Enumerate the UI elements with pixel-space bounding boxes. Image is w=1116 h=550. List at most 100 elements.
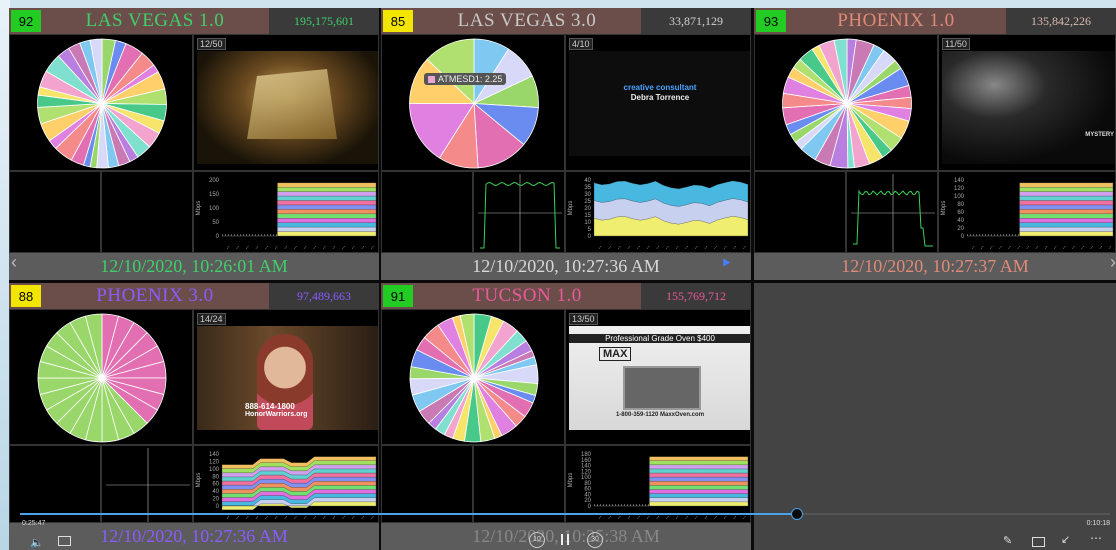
video-cell[interactable]: MYSTERY 11/50 [938, 34, 1116, 171]
x-tick-label: -- [970, 244, 977, 251]
y-tick-label: 40 [584, 178, 591, 184]
x-tick-label: -- [321, 244, 328, 251]
x-tick-label: -- [703, 244, 710, 251]
y-axis-label: Mbps [568, 201, 574, 216]
chevron-left-icon[interactable]: ‹ [11, 252, 17, 273]
edit-icon[interactable]: ✎ [1003, 534, 1012, 547]
y-tick-label: 40 [212, 489, 219, 495]
y-tick-label: 140 [209, 452, 220, 458]
y-tick-label: 100 [209, 467, 220, 473]
video-cell[interactable]: creative consultant Debra Torrence 4/10 [565, 34, 751, 171]
panel-header: 88 PHOENIX 3.0 97,489,663 [9, 283, 379, 309]
exit-fullscreen-icon[interactable]: ↙ [1061, 533, 1070, 546]
x-tick-label: -- [635, 244, 642, 251]
x-tick-label: -- [664, 514, 671, 521]
video-thumbnail[interactable]: 888-614-1800 HonorWarriors.org [197, 326, 378, 430]
scatter-cell [381, 171, 473, 253]
x-tick-label: -- [283, 514, 290, 521]
scatter-cell [381, 445, 473, 523]
panel-phoenix-3[interactable]: 88 PHOENIX 3.0 97,489,663 888-614-1800 H… [9, 283, 379, 550]
x-tick-label: -- [225, 514, 232, 521]
x-tick-label: -- [340, 514, 347, 521]
video-cell[interactable]: 888-614-1800 HonorWarriors.org 14/24 [193, 309, 379, 445]
y-tick-label: 80 [957, 202, 964, 208]
y-axis-label: Mbps [568, 473, 574, 488]
y-tick-label: 200 [209, 178, 220, 184]
panel-timestamp: 12/10/2020, 10:26:01 AM [9, 253, 379, 280]
pie-chart [37, 313, 167, 443]
x-tick-label: -- [340, 244, 347, 251]
seek-bar-progress [20, 513, 797, 515]
video-caption-1: Professional Grade Oven $400 [569, 334, 750, 343]
video-cell[interactable]: Professional Grade Oven $400 MAX 1-800-3… [565, 309, 751, 445]
x-tick-label: -- [331, 514, 338, 521]
pie-chart [409, 38, 539, 169]
skip-forward-button[interactable]: 30 [587, 532, 603, 548]
video-caption-2: HonorWarriors.org [245, 411, 308, 418]
scatter-cell [9, 445, 101, 523]
panel-header: 92 LAS VEGAS 1.0 195,175,601 [9, 8, 379, 34]
panel-tucson-1[interactable]: 91 TUCSON 1.0 155,769,712 Professional G… [381, 283, 751, 550]
x-tick-label: -- [741, 514, 748, 521]
dashboard-grid: 92 LAS VEGAS 1.0 195,175,601 12/50 200 15… [9, 8, 1116, 550]
y-tick-label: 10 [584, 220, 591, 226]
x-tick-label: -- [283, 244, 290, 251]
x-tick-label: -- [369, 514, 376, 521]
video-index-badge: 4/10 [569, 38, 593, 50]
video-index-badge: 13/50 [569, 313, 598, 325]
video-cell[interactable]: 12/50 [193, 34, 379, 171]
seek-thumb[interactable] [791, 508, 803, 520]
x-tick-label: -- [693, 244, 700, 251]
x-tick-label: -- [1079, 244, 1086, 251]
video-thumbnail[interactable]: MYSTERY [942, 51, 1115, 164]
x-tick-label: -- [684, 244, 691, 251]
area-chart-cell: 180 160 140 120 100 80 60 40 20 0 Mbps -- -- -- -- -- --… [565, 445, 751, 523]
y-axis-label: Mbps [196, 201, 202, 216]
x-tick-label: -- [732, 514, 739, 521]
volume-icon[interactable]: 🔈 [30, 536, 44, 549]
y-tick-label: 20 [212, 497, 219, 503]
panel-phoenix-1[interactable]: 93 PHOENIX 1.0 135,842,226 MYSTERY 11/50… [754, 8, 1116, 280]
area-chart-cell: 200 150 100 50 0 Mbps -- -- -- -- -- -- -- -- -- -- -- --… [193, 171, 379, 253]
y-tick-label: 25 [584, 199, 591, 205]
video-thumbnail[interactable]: Professional Grade Oven $400 MAX 1-800-3… [569, 326, 750, 430]
skip-back-button[interactable]: 10 [529, 532, 545, 548]
stacked-area-chart: 180160140120100806040200Mbps-- -- -- -- -- --… [568, 452, 749, 521]
panel-count: 195,175,601 [269, 8, 379, 34]
pause-icon[interactable] [561, 534, 569, 545]
captions-icon[interactable] [58, 536, 71, 546]
more-options-icon[interactable]: ⋯ [1090, 531, 1102, 545]
line-chart [851, 174, 935, 252]
panel-las-vegas-3[interactable]: 85 LAS VEGAS 3.0 33,871,129 ATMESD1: 2.2… [381, 8, 751, 280]
y-tick-label: 120 [954, 186, 965, 192]
line-chart [478, 174, 562, 252]
x-tick-label: -- [263, 244, 270, 251]
x-tick-label: -- [350, 244, 357, 251]
video-thumbnail[interactable] [197, 51, 378, 164]
x-tick-label: -- [674, 244, 681, 251]
axis-chart-cell [101, 445, 193, 523]
stacked-area-chart: 200150100500Mbps-- -- -- -- -- -- -- -- -- -- -- --… [196, 178, 376, 251]
panel-header: 91 TUCSON 1.0 155,769,712 [381, 283, 751, 309]
pie-chart-cell [754, 34, 938, 171]
seek-bar[interactable] [20, 508, 1110, 520]
panel-las-vegas-1[interactable]: 92 LAS VEGAS 1.0 195,175,601 12/50 200 15… [9, 8, 379, 280]
y-tick-label: 60 [212, 482, 219, 488]
x-tick-label: -- [254, 244, 261, 251]
y-tick-label: 0 [216, 504, 220, 510]
video-thumbnail[interactable]: creative consultant Debra Torrence [569, 51, 750, 156]
area-series [649, 501, 749, 507]
x-tick-label: -- [225, 244, 232, 251]
x-tick-label: -- [741, 244, 748, 251]
x-tick-label: -- [1107, 244, 1114, 251]
chevron-right-icon[interactable]: › [1110, 252, 1116, 273]
x-tick-label: -- [597, 244, 604, 251]
pie-chart-cell: ATMESD1: 2.25 [381, 34, 565, 171]
x-tick-label: -- [607, 244, 614, 251]
mini-view-icon[interactable] [1032, 537, 1045, 547]
x-tick-label: -- [1025, 244, 1032, 251]
score-badge: 85 [383, 10, 413, 32]
y-tick-label: 35 [584, 185, 591, 191]
skip-back-label: 10 [533, 536, 541, 543]
x-tick-label: -- [1052, 244, 1059, 251]
